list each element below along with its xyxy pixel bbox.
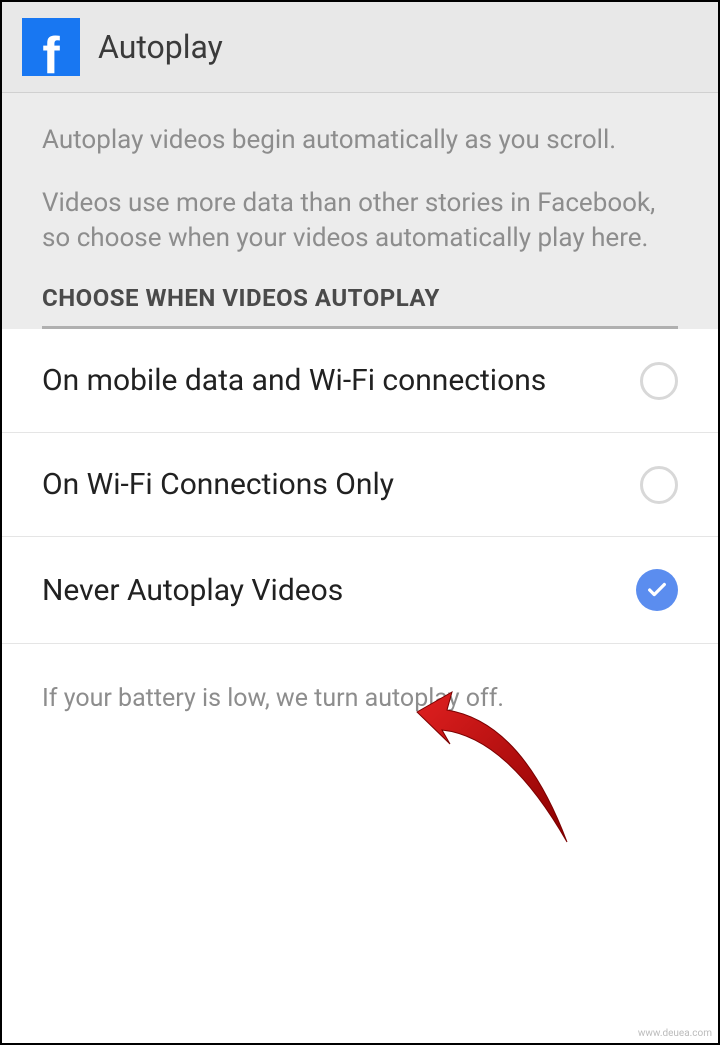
option-mobile-wifi[interactable]: On mobile data and Wi-Fi connections [2, 329, 718, 433]
description-text: Autoplay videos begin automatically as y… [42, 123, 678, 256]
option-label: On Wi-Fi Connections Only [42, 465, 640, 504]
description-para-2: Videos use more data than other stories … [42, 186, 678, 256]
facebook-logo-icon: f [22, 18, 80, 76]
footer-note: If your battery is low, we turn autoplay… [2, 644, 718, 753]
options-list: On mobile data and Wi-Fi connections On … [2, 329, 718, 644]
description-section: Autoplay videos begin automatically as y… [2, 93, 718, 329]
facebook-f-glyph: f [42, 30, 59, 82]
radio-unselected-icon [640, 466, 678, 504]
option-label: Never Autoplay Videos [42, 571, 636, 610]
option-label: On mobile data and Wi-Fi connections [42, 361, 640, 400]
app-header: f Autoplay [2, 2, 718, 93]
section-heading: CHOOSE WHEN VIDEOS AUTOPLAY [42, 284, 678, 329]
checkmark-icon [646, 579, 668, 601]
description-para-1: Autoplay videos begin automatically as y… [42, 123, 678, 158]
watermark: www.deuea.com [638, 1028, 712, 1039]
page-title: Autoplay [98, 28, 223, 66]
option-wifi-only[interactable]: On Wi-Fi Connections Only [2, 433, 718, 537]
option-never-autoplay[interactable]: Never Autoplay Videos [2, 537, 718, 644]
radio-unselected-icon [640, 362, 678, 400]
radio-selected-icon [636, 569, 678, 611]
